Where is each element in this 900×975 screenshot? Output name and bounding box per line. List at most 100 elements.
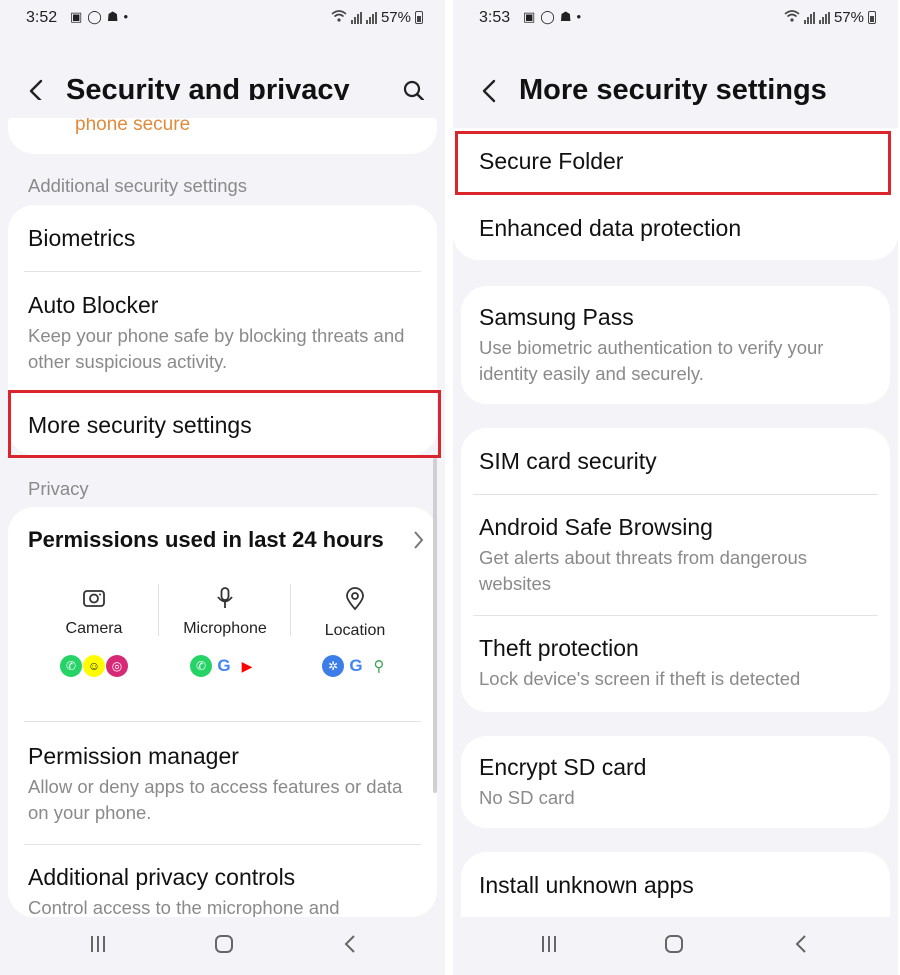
- samsung-pass-card: Samsung Pass Use biometric authenticatio…: [461, 286, 890, 404]
- divider: [473, 494, 878, 495]
- auto-blocker-item[interactable]: Auto Blocker Keep your phone safe by blo…: [28, 292, 417, 375]
- sim-card-security-item[interactable]: SIM card security: [479, 448, 870, 475]
- google-icon: G: [345, 655, 367, 677]
- back-arrow-icon[interactable]: [479, 78, 501, 104]
- auto-blocker-subtitle: Keep your phone safe by blocking threats…: [28, 325, 405, 372]
- permission-manager-title: Permission manager: [28, 743, 239, 769]
- battery-percent: 57%: [380, 9, 411, 26]
- system-icons: 57%: [331, 9, 423, 26]
- divider: [24, 844, 421, 845]
- home-icon[interactable]: [663, 933, 685, 955]
- whatsapp-icon: ◯: [87, 9, 102, 24]
- back-icon[interactable]: [342, 933, 358, 955]
- snapchat-icon: ☗: [559, 9, 572, 24]
- notification-icons: ▣ ◯ ☗ •: [70, 10, 128, 24]
- divider: [24, 721, 421, 722]
- highlight-box: [8, 390, 441, 458]
- youtube-icon: ▶: [236, 655, 258, 677]
- system-icons: 57%: [784, 9, 876, 26]
- google-icon: G: [213, 655, 235, 677]
- maps-icon: ⚲: [368, 655, 390, 677]
- signal-icon: [350, 11, 362, 24]
- status-time: 3:52: [26, 9, 58, 26]
- wifi-icon: [331, 9, 347, 26]
- recents-icon[interactable]: [539, 933, 559, 955]
- permission-manager-subtitle: Allow or deny apps to access features or…: [28, 776, 403, 823]
- biometrics-label: Biometrics: [28, 225, 136, 251]
- encrypt-sd-card: Encrypt SD card No SD card: [461, 736, 890, 828]
- theft-protection-title: Theft protection: [479, 635, 639, 661]
- navigation-bar: [453, 917, 898, 975]
- encrypt-sd-subtitle: No SD card: [479, 787, 575, 808]
- signal-icon-2: [365, 11, 377, 24]
- back-icon[interactable]: [793, 933, 809, 955]
- settings-app-icon: ✲: [322, 655, 344, 677]
- additional-privacy-item[interactable]: Additional privacy controls Control acce…: [28, 864, 417, 921]
- battery-percent: 57%: [833, 9, 864, 26]
- biometrics-item[interactable]: Biometrics: [28, 225, 417, 252]
- enhanced-data-protection-label: Enhanced data protection: [479, 215, 742, 241]
- enhanced-data-protection-item[interactable]: Enhanced data protection: [479, 215, 878, 242]
- install-unknown-apps-item[interactable]: Install unknown apps: [479, 872, 870, 899]
- safe-browsing-subtitle: Get alerts about threats from dangerous …: [479, 547, 808, 594]
- divider: [473, 615, 878, 616]
- safe-browsing-item[interactable]: Android Safe Browsing Get alerts about t…: [479, 514, 870, 597]
- camera-permission[interactable]: Camera: [39, 587, 149, 638]
- left-screen: 3:52 ▣ ◯ ☗ • 57% Security and privacy ph…: [0, 0, 445, 975]
- section-additional-security: Additional security settings: [28, 175, 248, 196]
- additional-privacy-title: Additional privacy controls: [28, 864, 296, 890]
- camera-label: Camera: [65, 620, 123, 637]
- status-bar: 3:53 ▣ ◯ ☗ • 57%: [453, 6, 898, 30]
- highlight-box: [455, 131, 891, 195]
- header: More security settings: [453, 70, 898, 114]
- divider: [24, 271, 421, 272]
- snapchat-icon: ☺: [83, 655, 105, 677]
- permissions-24h-title: Permissions used in last 24 hours: [28, 527, 384, 552]
- signal-icon-2: [818, 11, 830, 24]
- more-dot-icon: •: [576, 9, 582, 24]
- image-icon: ▣: [523, 9, 536, 24]
- image-icon: ▣: [70, 9, 83, 24]
- install-unknown-apps-label: Install unknown apps: [479, 872, 694, 898]
- permissions-24h-item[interactable]: Permissions used in last 24 hours: [28, 527, 417, 553]
- section-privacy: Privacy: [28, 478, 89, 499]
- camera-icon: [83, 590, 105, 607]
- snapchat-icon: ☗: [106, 9, 119, 24]
- theft-protection-item[interactable]: Theft protection Lock device's screen if…: [479, 635, 870, 692]
- microphone-icon: [217, 587, 233, 608]
- whatsapp-icon: ◯: [540, 9, 555, 24]
- location-permission[interactable]: Location: [300, 587, 410, 640]
- scrollbar[interactable]: [433, 458, 437, 793]
- navigation-bar: [0, 917, 445, 975]
- chevron-right-icon: [414, 531, 424, 549]
- privacy-card: Permissions used in last 24 hours Camera…: [8, 507, 437, 918]
- home-icon[interactable]: [213, 933, 235, 955]
- samsung-pass-title: Samsung Pass: [479, 304, 634, 330]
- location-apps: ✲ G ⚲: [322, 655, 390, 677]
- security-card: SIM card security Android Safe Browsing …: [461, 428, 890, 712]
- encrypt-sd-item[interactable]: Encrypt SD card No SD card: [479, 754, 870, 811]
- location-label: Location: [324, 622, 386, 639]
- auto-blocker-title: Auto Blocker: [28, 292, 159, 318]
- divider: [158, 584, 159, 636]
- whatsapp-icon: ✆: [60, 655, 82, 677]
- instagram-icon: ◎: [106, 655, 128, 677]
- encrypt-sd-title: Encrypt SD card: [479, 754, 647, 780]
- signal-icon: [803, 11, 815, 24]
- samsung-pass-item[interactable]: Samsung Pass Use biometric authenticatio…: [479, 304, 870, 387]
- recents-icon[interactable]: [88, 933, 108, 955]
- status-bar: 3:52 ▣ ◯ ☗ • 57%: [0, 6, 445, 30]
- battery-icon: [868, 11, 876, 24]
- sim-card-security-label: SIM card security: [479, 448, 657, 474]
- battery-icon: [415, 11, 423, 24]
- whatsapp-icon: ✆: [190, 655, 212, 677]
- notification-icons: ▣ ◯ ☗ •: [523, 10, 581, 24]
- location-pin-icon: [346, 587, 364, 611]
- permission-manager-item[interactable]: Permission manager Allow or deny apps to…: [28, 743, 417, 826]
- microphone-label: Microphone: [183, 620, 267, 637]
- wifi-icon: [784, 9, 800, 26]
- divider: [290, 584, 291, 636]
- status-time: 3:53: [479, 9, 511, 26]
- microphone-permission[interactable]: Microphone: [170, 587, 280, 638]
- safe-browsing-title: Android Safe Browsing: [479, 514, 713, 540]
